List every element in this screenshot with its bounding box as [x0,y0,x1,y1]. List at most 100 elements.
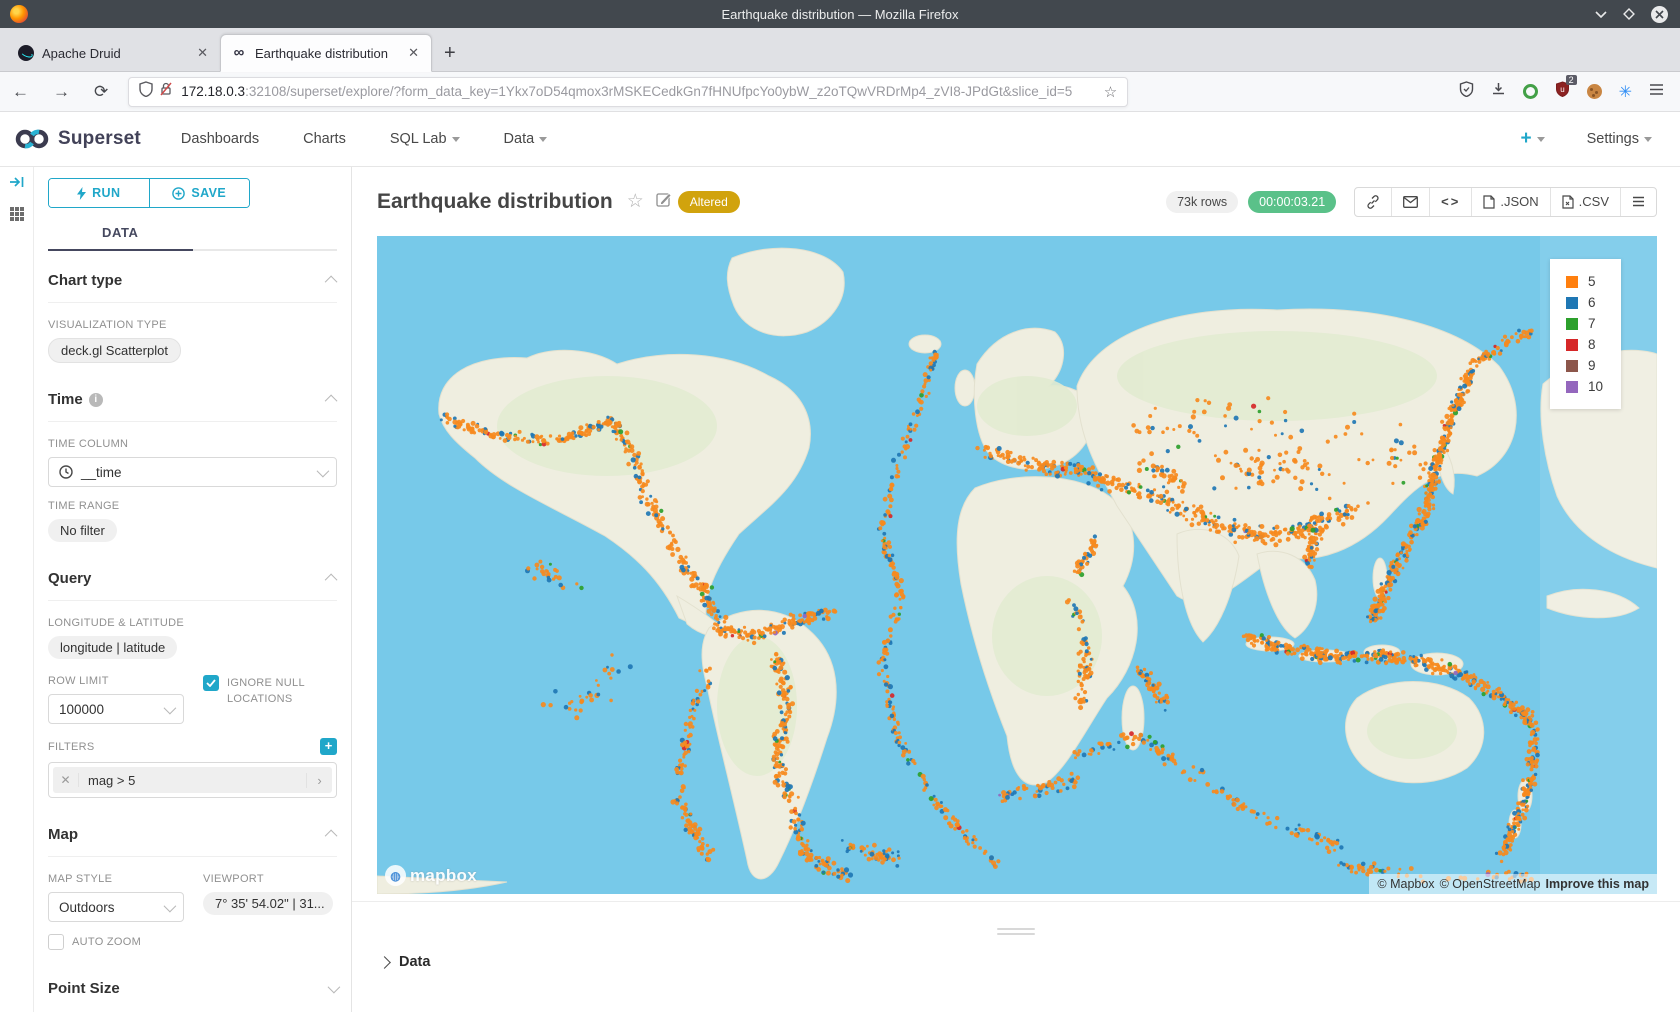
auto-zoom-checkbox[interactable] [48,934,64,950]
legend-swatch [1566,297,1578,309]
attribution-osm-link[interactable]: © OpenStreetMap [1440,877,1541,891]
chevron-down-icon [539,137,547,142]
map-attribution: © Mapbox © OpenStreetMap Improve this ma… [1369,874,1657,894]
section-map[interactable]: Map [48,826,337,843]
viewport-label: VIEWPORT [203,873,337,885]
tracking-shield-icon[interactable] [139,81,153,102]
clock-icon [59,465,73,479]
chevron-down-icon [164,899,177,912]
auto-zoom-label: AUTO ZOOM [72,934,141,950]
superset-favicon: ∞ [231,45,247,61]
url-text[interactable]: 172.18.0.3:32108/superset/explore/?form_… [181,84,1096,99]
add-filter-icon[interactable]: + [320,738,337,755]
viewport-value[interactable]: 7° 35' 54.02" | 31... [203,892,333,915]
file-icon [1483,195,1495,209]
file-csv-icon [1562,195,1574,209]
export-csv-button[interactable]: .CSV [1550,188,1620,216]
legend-item[interactable]: 5 [1566,271,1603,292]
protections-shield-icon[interactable] [1459,81,1474,102]
new-tab-icon[interactable]: + [444,42,456,71]
nav-data[interactable]: Data [504,131,548,147]
deckgl-scatter-map[interactable]: 5 6 7 8 910 ◍ mapbox © Mapbox © OpenStreetMa… [377,236,1657,894]
nav-sql-lab[interactable]: SQL Lab [390,131,460,147]
filter-chip[interactable]: ✕ mag > 5 › [53,767,332,793]
download-icon[interactable] [1491,81,1506,102]
export-json-button[interactable]: .JSON [1471,188,1549,216]
expand-panel-icon[interactable] [9,175,25,194]
chevron-down-icon [1644,137,1652,142]
email-button[interactable] [1391,188,1429,216]
tab-apache-druid[interactable]: Apache Druid ✕ [8,35,220,71]
data-panel-toggle[interactable]: Data [352,938,1680,970]
extension-cookie-icon[interactable] [1587,84,1602,99]
save-button[interactable]: SAVE [149,179,250,207]
time-range-value[interactable]: No filter [48,519,117,542]
legend-item[interactable]: 10 [1566,376,1603,397]
mapbox-logo[interactable]: ◍ mapbox [385,865,477,886]
row-limit-select[interactable]: 100000 [48,694,184,724]
altered-badge[interactable]: Altered [678,191,740,213]
favorite-star-icon[interactable]: ☆ [627,190,644,213]
attribution-mapbox-link[interactable]: © Mapbox [1377,877,1434,891]
legend-item[interactable]: 8 [1566,334,1603,355]
maximize-icon[interactable] [1623,8,1635,20]
section-time[interactable]: Timei [48,391,337,408]
tab-close-icon[interactable]: ✕ [195,45,210,61]
section-query[interactable]: Query [48,570,337,587]
tab-bar: Apache Druid ✕ ∞ Earthquake distribution… [0,28,1680,72]
time-column-select[interactable]: __time [48,457,337,487]
tab-data[interactable]: DATA [48,217,193,251]
attribution-improve-link[interactable]: Improve this map [1546,877,1650,891]
extension-ghostery-icon[interactable] [1523,84,1538,99]
legend-item[interactable]: 9 [1566,355,1603,376]
bookmark-star-icon[interactable]: ☆ [1104,83,1117,101]
run-button[interactable]: RUN [49,179,149,207]
edit-properties-icon[interactable] [656,191,672,212]
legend-item[interactable]: 6 [1566,292,1603,313]
tab-close-icon[interactable]: ✕ [406,45,421,61]
add-new-button[interactable]: + [1520,128,1544,150]
legend-swatch [1566,360,1578,372]
legend-item[interactable]: 7 [1566,313,1603,334]
remove-filter-icon[interactable]: ✕ [53,773,79,787]
tab-earthquake-distribution[interactable]: ∞ Earthquake distribution ✕ [220,34,432,72]
datasource-grid-icon[interactable] [9,206,25,227]
section-point-size[interactable]: Point Size [48,980,337,997]
left-icon-rail [0,167,34,1012]
minimize-icon[interactable] [1595,10,1607,18]
chart-title: Earthquake distribution [377,190,613,214]
settings-menu[interactable]: Settings [1587,131,1652,147]
embed-code-button[interactable]: <> [1429,188,1471,216]
mapbox-icon: ◍ [385,865,406,886]
info-icon: i [89,393,103,407]
url-field[interactable]: 172.18.0.3:32108/superset/explore/?form_… [128,77,1128,107]
window-titlebar: Earthquake distribution — Mozilla Firefo… [0,0,1680,28]
resize-drag-handle[interactable] [997,928,1035,935]
chevron-up-icon [325,574,338,587]
extension-ublock-icon[interactable]: u 2 [1555,81,1570,102]
ignore-null-checkbox[interactable] [203,675,219,691]
legend-swatch [1566,276,1578,288]
legend-swatch [1566,318,1578,330]
lonlat-value[interactable]: longitude | latitude [48,636,177,659]
chart-menu-button[interactable] [1620,188,1656,216]
superset-logo[interactable]: Superset [14,128,141,150]
legend-label: 5 [1588,274,1596,289]
viz-type-value[interactable]: deck.gl Scatterplot [48,338,181,363]
legend-label: 7 [1588,316,1596,331]
forward-icon[interactable]: → [41,82,82,102]
extension-container-icon[interactable]: ✳ [1619,82,1632,102]
insecure-lock-icon[interactable] [159,81,173,102]
legend-label: 8 [1588,337,1596,352]
back-icon[interactable]: ← [0,82,41,102]
nav-charts[interactable]: Charts [303,131,346,147]
nav-dashboards[interactable]: Dashboards [181,131,259,147]
section-chart-type[interactable]: Chart type [48,272,337,289]
chevron-down-icon [1537,137,1545,142]
copy-link-button[interactable] [1355,188,1391,216]
close-icon[interactable] [1651,6,1668,23]
map-style-select[interactable]: Outdoors [48,892,184,922]
menu-icon[interactable] [1649,83,1664,101]
chevron-right-icon[interactable]: › [306,773,332,788]
reload-icon[interactable]: ⟳ [82,82,120,102]
